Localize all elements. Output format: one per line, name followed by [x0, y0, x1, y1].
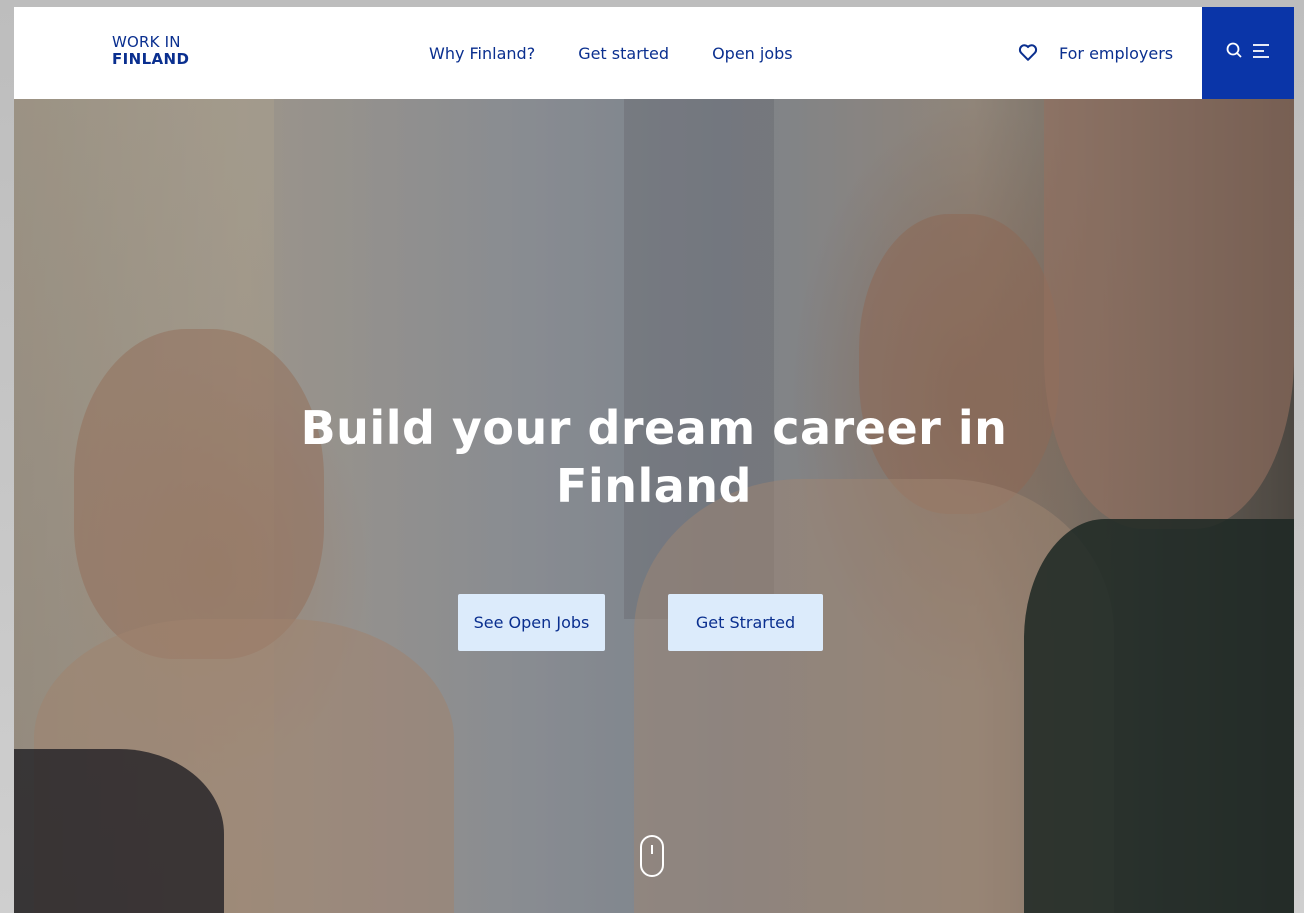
main-nav: Why Finland? Get started Open jobs	[429, 7, 793, 99]
heart-outline-icon[interactable]	[1017, 41, 1039, 63]
search-icon	[1225, 41, 1245, 65]
menu-icon	[1251, 41, 1271, 65]
get-started-button[interactable]: Get Strarted	[668, 594, 823, 651]
mouse-scroll-icon[interactable]	[640, 835, 664, 877]
nav-get-started[interactable]: Get started	[578, 44, 669, 63]
see-open-jobs-button[interactable]: See Open Jobs	[458, 594, 605, 651]
logo-line-2: FINLAND	[112, 50, 190, 68]
website: WORK IN FINLAND Why Finland? Get started…	[14, 7, 1294, 913]
hero-title-line-2: Finland	[556, 459, 752, 513]
for-employers-link[interactable]: For employers	[1059, 7, 1173, 99]
site-header: WORK IN FINLAND Why Finland? Get started…	[14, 7, 1294, 99]
hero-title: Build your dream career in Finland	[14, 399, 1294, 515]
logo-line-1: WORK IN	[112, 33, 181, 51]
hero-section: Build your dream career in Finland See O…	[14, 99, 1294, 913]
search-menu-button[interactable]	[1202, 7, 1294, 99]
site-logo[interactable]: WORK IN FINLAND	[112, 34, 189, 68]
hero-title-line-1: Build your dream career in	[300, 401, 1008, 455]
nav-open-jobs[interactable]: Open jobs	[712, 44, 793, 63]
nav-why-finland[interactable]: Why Finland?	[429, 44, 535, 63]
